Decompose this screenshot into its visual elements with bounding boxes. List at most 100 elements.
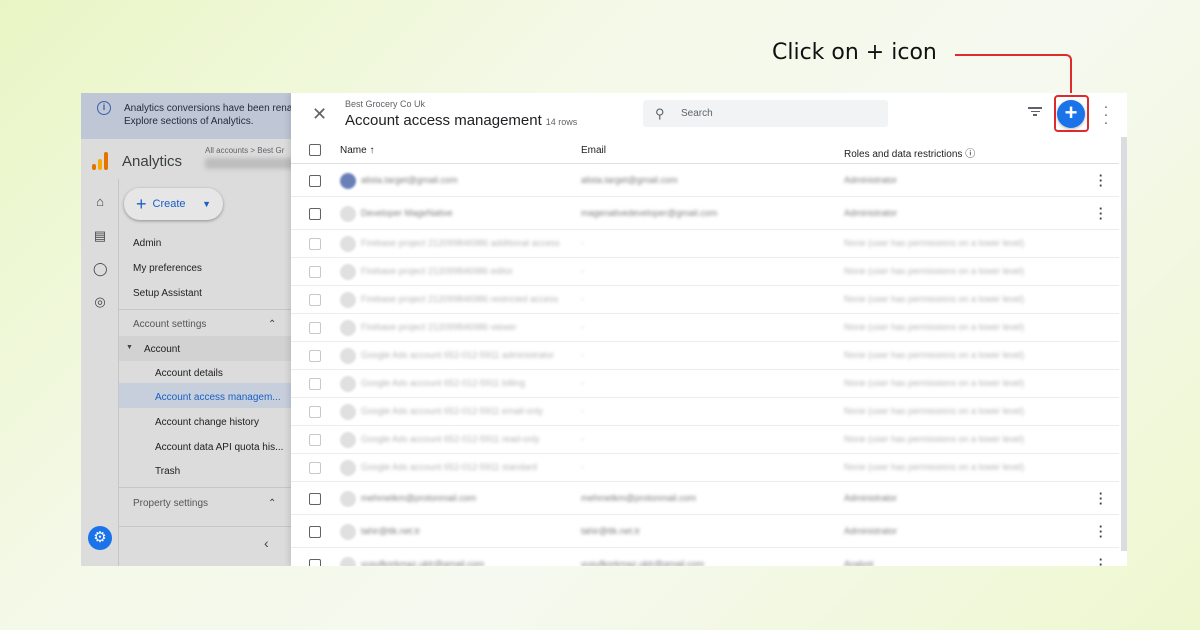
table-row[interactable]: mehmetkm@protonmail.com mehmetkm@protonma… xyxy=(291,482,1119,515)
table-row[interactable]: Firebase project 212099846986 editor - Non… xyxy=(291,258,1119,286)
avatar xyxy=(340,320,356,336)
row-checkbox[interactable] xyxy=(309,493,321,505)
close-icon[interactable]: ✕ xyxy=(312,104,327,125)
row-checkbox[interactable] xyxy=(309,175,321,187)
screenshot-frame: i Analytics conversions have been renam … xyxy=(81,93,1127,566)
cell-email: - xyxy=(581,238,584,248)
row-count: 14 rows xyxy=(545,117,578,127)
nav-trash[interactable]: Trash xyxy=(155,466,180,477)
more-vert-icon[interactable]: ··· xyxy=(1097,520,1105,543)
table-row[interactable]: Google Ads account 652-012-5911 email-on… xyxy=(291,398,1119,426)
cell-email: - xyxy=(581,350,584,360)
cell-email: - xyxy=(581,266,584,276)
cell-name: Google Ads account 652-012-5911 billing xyxy=(361,378,525,388)
breadcrumb[interactable]: All accounts > Best Gr xyxy=(205,146,284,155)
column-roles-label: Roles and data restrictions xyxy=(844,149,963,160)
avatar xyxy=(340,376,356,392)
filter-icon[interactable] xyxy=(1027,105,1043,121)
cell-email: tahir@ttk.net.tr xyxy=(581,526,641,536)
chevron-up-icon[interactable]: ⌃ xyxy=(268,319,276,330)
row-checkbox[interactable] xyxy=(309,406,321,418)
row-checkbox[interactable] xyxy=(309,434,321,446)
add-user-button[interactable]: + xyxy=(1057,100,1085,128)
table-row[interactable]: Firebase project 212099846986 additional… xyxy=(291,230,1119,258)
more-vert-icon[interactable]: ··· xyxy=(1097,553,1105,566)
callout-text: Click on + icon xyxy=(772,40,937,65)
chevron-up-icon[interactable]: ⌃ xyxy=(268,498,276,509)
collapse-chevron-icon[interactable]: ‹ xyxy=(264,535,269,551)
table-row[interactable]: Developer MageNative magenativedeveloper@… xyxy=(291,197,1119,230)
cell-role: Administrator xyxy=(844,526,898,536)
row-checkbox[interactable] xyxy=(309,350,321,362)
cell-role: None (user has permissions on a lower le… xyxy=(844,294,1025,304)
row-checkbox[interactable] xyxy=(309,559,321,566)
more-vert-icon[interactable]: ··· xyxy=(1101,99,1111,130)
nav-account-change-history[interactable]: Account change history xyxy=(155,417,259,428)
advertising-icon[interactable]: ◎ xyxy=(93,295,107,309)
account-selector[interactable] xyxy=(205,158,291,169)
home-icon[interactable]: ⌂ xyxy=(93,195,107,209)
cell-role: None (user has permissions on a lower le… xyxy=(844,378,1025,388)
table-row[interactable]: Firebase project 212099846986 restricted… xyxy=(291,286,1119,314)
table-row[interactable]: Firebase project 212099846986 viewer - Non… xyxy=(291,314,1119,342)
more-vert-icon[interactable]: ··· xyxy=(1097,487,1105,510)
nav-property-settings[interactable]: Property settings xyxy=(133,498,208,509)
cell-name: Firebase project 212099846986 editor xyxy=(361,266,514,276)
avatar xyxy=(340,292,356,308)
column-name[interactable]: Name ↑ xyxy=(340,145,374,156)
reports-icon[interactable]: ▤ xyxy=(93,229,107,243)
gear-icon[interactable]: ⚙ xyxy=(88,526,112,550)
ga-header: Analytics All accounts > Best Gr xyxy=(81,139,291,179)
nav-account-settings[interactable]: Account settings xyxy=(133,319,206,330)
select-all-checkbox[interactable] xyxy=(309,144,321,156)
more-vert-icon[interactable]: ··· xyxy=(1097,169,1105,192)
table-row[interactable]: tahir@ttk.net.tr tahir@ttk.net.tr Administ… xyxy=(291,515,1119,548)
cell-name: Google Ads account 652-012-5911 read-onl… xyxy=(361,434,540,444)
table-row[interactable]: Google Ads account 652-012-5911 standard… xyxy=(291,454,1119,482)
more-vert-icon[interactable]: ··· xyxy=(1097,202,1105,225)
table-row[interactable]: Google Ads account 652-012-5911 read-onl… xyxy=(291,426,1119,454)
nav-account-access[interactable]: Account access managem... xyxy=(155,392,281,403)
nav-rail: ⌂ ▤ ◯ ◎ xyxy=(81,179,119,566)
table-row[interactable]: alista.target@gmail.com alista.target@gma… xyxy=(291,164,1119,197)
nav-account-data-api[interactable]: Account data API quota his... xyxy=(155,442,283,453)
create-button[interactable]: + Create ▼ xyxy=(124,188,223,220)
row-checkbox[interactable] xyxy=(309,294,321,306)
row-checkbox[interactable] xyxy=(309,322,321,334)
caret-down-icon[interactable]: ▼ xyxy=(126,344,133,351)
cell-email: - xyxy=(581,378,584,388)
row-checkbox[interactable] xyxy=(309,238,321,250)
sort-arrow-icon[interactable]: ↑ xyxy=(369,145,374,156)
explore-icon[interactable]: ◯ xyxy=(93,262,108,276)
nav-account[interactable]: Account xyxy=(144,344,180,355)
cell-role: Administrator xyxy=(844,493,898,503)
plus-icon: + xyxy=(136,194,147,215)
avatar xyxy=(340,432,356,448)
cell-name: alista.target@gmail.com xyxy=(361,175,458,185)
scrollbar[interactable] xyxy=(1121,137,1127,551)
nav-admin[interactable]: Admin xyxy=(133,238,161,249)
avatar xyxy=(340,524,356,540)
title-text: Account access management xyxy=(345,112,542,129)
table-row[interactable]: Google Ads account 652-012-5911 billing -… xyxy=(291,370,1119,398)
table-row[interactable]: yusufkorkmaz.uktr@gmail.com yusufkorkmaz.… xyxy=(291,548,1119,566)
cell-name: Firebase project 212099846986 viewer xyxy=(361,322,517,332)
row-checkbox[interactable] xyxy=(309,378,321,390)
nav-setup-assistant[interactable]: Setup Assistant xyxy=(133,288,202,299)
cell-name: yusufkorkmaz.uktr@gmail.com xyxy=(361,559,485,566)
nav-account-details[interactable]: Account details xyxy=(155,368,223,379)
cell-email: - xyxy=(581,434,584,444)
avatar xyxy=(340,460,356,476)
divider xyxy=(119,309,291,310)
divider xyxy=(119,487,291,488)
table-row[interactable]: Google Ads account 652-012-5911 administ… xyxy=(291,342,1119,370)
nav-my-preferences[interactable]: My preferences xyxy=(133,263,202,274)
row-checkbox[interactable] xyxy=(309,526,321,538)
row-checkbox[interactable] xyxy=(309,266,321,278)
search-input[interactable]: ⚲ Search xyxy=(643,100,888,127)
banner-line-2: Explore sections of Analytics. xyxy=(124,116,254,127)
row-checkbox[interactable] xyxy=(309,208,321,220)
search-icon: ⚲ xyxy=(655,106,665,121)
help-icon[interactable]: ⓘ xyxy=(965,149,975,160)
row-checkbox[interactable] xyxy=(309,462,321,474)
